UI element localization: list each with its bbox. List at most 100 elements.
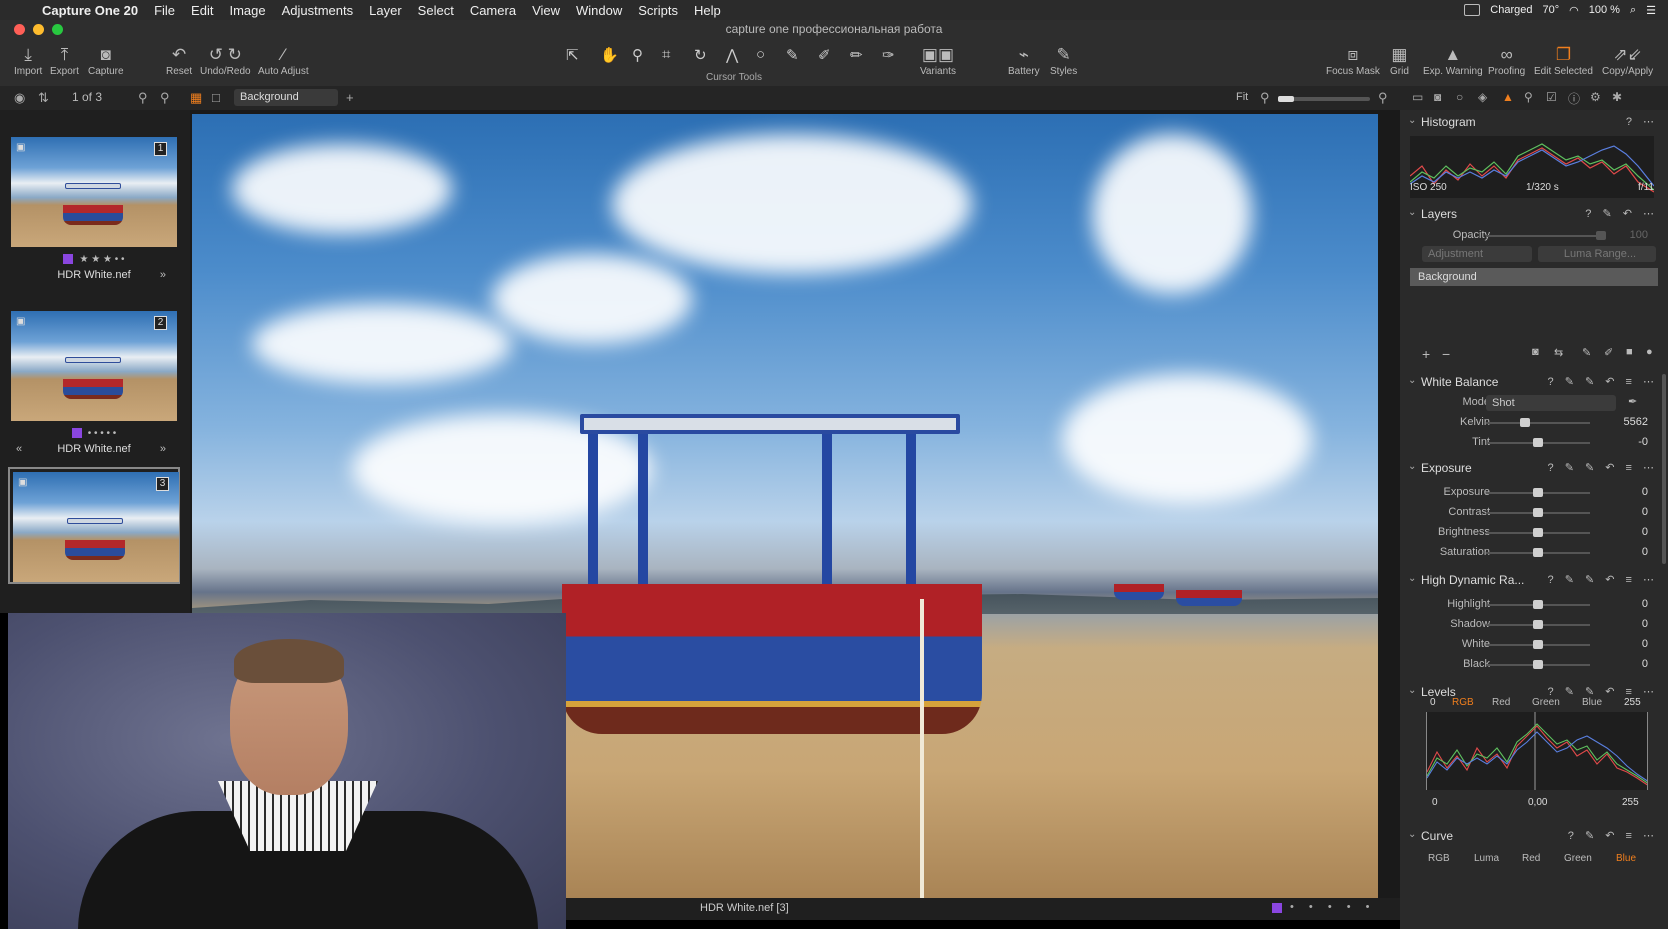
chevron-down-icon[interactable]: ⌄ [1408, 375, 1416, 386]
exposure-row[interactable]: Exposure 0 [1400, 484, 1668, 502]
menu-scripts[interactable]: Scripts [630, 3, 686, 18]
keystone-tool-icon[interactable]: ⋀ [726, 46, 738, 64]
section-actions[interactable]: ? ✎ ↶ ⋯ [1585, 207, 1658, 220]
library-tab-icon[interactable]: ▭ [1412, 90, 1423, 104]
minimize-window-button[interactable] [33, 24, 44, 35]
section-actions[interactable]: ? ✎ ✎ ↶ ≡ ⋯ [1548, 375, 1658, 388]
luma-range-button[interactable]: Luma Range... [1538, 246, 1656, 262]
star-rating[interactable]: • • • • • [1290, 901, 1375, 913]
section-actions[interactable]: ? ⋯ [1626, 115, 1658, 128]
eraser-tool-icon[interactable]: ✏ [850, 46, 863, 64]
kelvin-row[interactable]: Kelvin 5562 [1400, 414, 1668, 432]
menu-extras-icon[interactable]: ☰ [1646, 4, 1656, 17]
tint-row[interactable]: Tint -0 [1400, 434, 1668, 452]
curve-header[interactable]: ⌄ Curve ? ✎ ↶ ≡ ⋯ [1400, 826, 1668, 848]
chevron-down-icon[interactable]: ⌄ [1408, 461, 1416, 472]
saturation-knob[interactable] [1533, 548, 1543, 557]
curve-tab-blue[interactable]: Blue [1616, 853, 1636, 864]
capture-button[interactable]: ◙ Capture [88, 44, 124, 77]
shadow-row[interactable]: Shadow 0 [1400, 616, 1668, 634]
highlight-knob[interactable] [1533, 600, 1543, 609]
curve-tab-green[interactable]: Green [1564, 853, 1592, 864]
next-arrow-icon[interactable]: » [160, 441, 166, 457]
highlight-row[interactable]: Highlight 0 [1400, 596, 1668, 614]
styles-button[interactable]: ✎ Styles [1050, 44, 1077, 77]
zoom-slider[interactable] [1278, 96, 1370, 102]
swap-icon[interactable]: ⇆ [1554, 346, 1563, 359]
menu-window[interactable]: Window [568, 3, 630, 18]
kelvin-knob[interactable] [1520, 418, 1530, 427]
spot-tool-icon[interactable]: ○ [756, 46, 765, 63]
zoom-slider-knob[interactable] [1278, 96, 1294, 102]
white-balance-header[interactable]: ⌄ White Balance ? ✎ ✎ ↶ ≡ ⋯ [1400, 372, 1668, 394]
batch-tab-icon[interactable]: ✱ [1612, 90, 1622, 104]
adjustment-dropdown[interactable]: Adjustment [1422, 246, 1532, 262]
eyedropper-icon[interactable]: ✒ [1628, 395, 1637, 408]
kelvin-slider[interactable] [1486, 422, 1590, 424]
adjustments-tab-icon[interactable]: ☑ [1546, 90, 1557, 104]
saturation-row[interactable]: Saturation 0 [1400, 544, 1668, 562]
chevron-down-icon[interactable]: ⌄ [1408, 829, 1416, 840]
layers-header[interactable]: ⌄ Layers ? ✎ ↶ ⋯ [1400, 204, 1668, 226]
proofing-button[interactable]: ∞ Proofing [1488, 44, 1525, 77]
edit-selected-button[interactable]: ❐ Edit Selected [1534, 44, 1593, 77]
color-tag[interactable] [1272, 903, 1282, 913]
details-tab-icon[interactable]: ⚲ [1524, 90, 1533, 104]
hdr-header[interactable]: ⌄ High Dynamic Ra... ? ✎ ✎ ↶ ≡ ⋯ [1400, 570, 1668, 592]
crop-tool-icon[interactable]: ⌗ [662, 46, 670, 63]
thumbnail-3[interactable]: ▣ 3 [8, 467, 180, 584]
erase-icon[interactable]: ✐ [1604, 346, 1613, 359]
zoom-in-icon[interactable]: ⚲ [1378, 90, 1388, 106]
capture-tab-icon[interactable]: ◙ [1434, 90, 1441, 104]
grid-button[interactable]: ▦ Grid [1390, 44, 1409, 77]
remove-layer-icon[interactable]: − [1442, 346, 1450, 362]
auto-adjust-button[interactable]: ⁄ Auto Adjust [258, 44, 309, 77]
copy-apply-button[interactable]: ⇗⇙ Copy/Apply [1602, 44, 1653, 77]
layer-selector[interactable]: Background [234, 89, 338, 106]
lens-tab-icon[interactable]: ○ [1456, 90, 1463, 104]
search-browser-icon[interactable]: ⚲ [138, 90, 148, 106]
screen-icon[interactable] [1464, 4, 1481, 16]
brush-tool-icon[interactable]: ✐ [818, 46, 831, 64]
rotate-tool-icon[interactable]: ↻ [694, 46, 707, 64]
close-window-button[interactable] [14, 24, 25, 35]
select-cursor-icon[interactable]: ⇱ [566, 46, 579, 64]
levels-output-high[interactable]: 255 [1622, 797, 1639, 808]
brush-icon[interactable]: ✎ [1582, 346, 1591, 359]
color-tab-icon[interactable]: ◈ [1478, 90, 1487, 104]
layer-background[interactable]: Background [1410, 268, 1658, 286]
levels-graph[interactable] [1426, 712, 1648, 790]
white-knob[interactable] [1533, 640, 1543, 649]
curve-tab-rgb[interactable]: RGB [1428, 853, 1450, 864]
import-button[interactable]: ⤓ Import [14, 44, 42, 77]
contrast-knob[interactable] [1533, 508, 1543, 517]
exposure-header[interactable]: ⌄ Exposure ? ✎ ✎ ↶ ≡ ⋯ [1400, 458, 1668, 480]
menu-edit[interactable]: Edit [183, 3, 221, 18]
menu-file[interactable]: File [146, 3, 183, 18]
menu-camera[interactable]: Camera [462, 3, 524, 18]
output-tab-icon[interactable]: ⚙ [1590, 90, 1601, 104]
exposure-tab-icon[interactable]: ▲ [1502, 90, 1514, 104]
levels-tab-rgb[interactable]: RGB [1452, 697, 1474, 708]
levels-input-low[interactable]: 0 [1430, 697, 1436, 708]
star-rating[interactable]: ★ ★ ★ • • [79, 254, 124, 265]
thumbnail-image[interactable]: ▣ 1 [11, 137, 177, 247]
focus-mask-button[interactable]: ⧈ Focus Mask [1326, 44, 1380, 77]
exposure-knob[interactable] [1533, 488, 1543, 497]
wb-mode-dropdown[interactable]: Shot [1486, 395, 1616, 411]
color-tag[interactable] [71, 428, 82, 438]
wifi-icon[interactable]: ◠ [1569, 4, 1579, 17]
next-arrow-icon[interactable]: » [160, 267, 166, 283]
levels-tab-red[interactable]: Red [1492, 697, 1510, 708]
thumbnail-1[interactable]: ▣ 1 ★ ★ ★ • • HDR White.nef» [8, 134, 180, 283]
opacity-knob[interactable] [1596, 231, 1606, 240]
metadata-tab-icon[interactable]: ⓘ [1568, 90, 1580, 107]
zoom-out-icon[interactable]: ⚲ [1260, 90, 1270, 106]
opacity-slider[interactable] [1486, 235, 1600, 237]
reset-button[interactable]: ↶ Reset [166, 44, 192, 77]
zoom-fit-label[interactable]: Fit [1236, 91, 1248, 103]
pan-hand-icon[interactable]: ✋ [600, 46, 619, 64]
annotate-tool-icon[interactable]: ✑ [882, 46, 895, 64]
grid-view-icon[interactable]: ▦ [190, 90, 202, 106]
black-row[interactable]: Black 0 [1400, 656, 1668, 674]
